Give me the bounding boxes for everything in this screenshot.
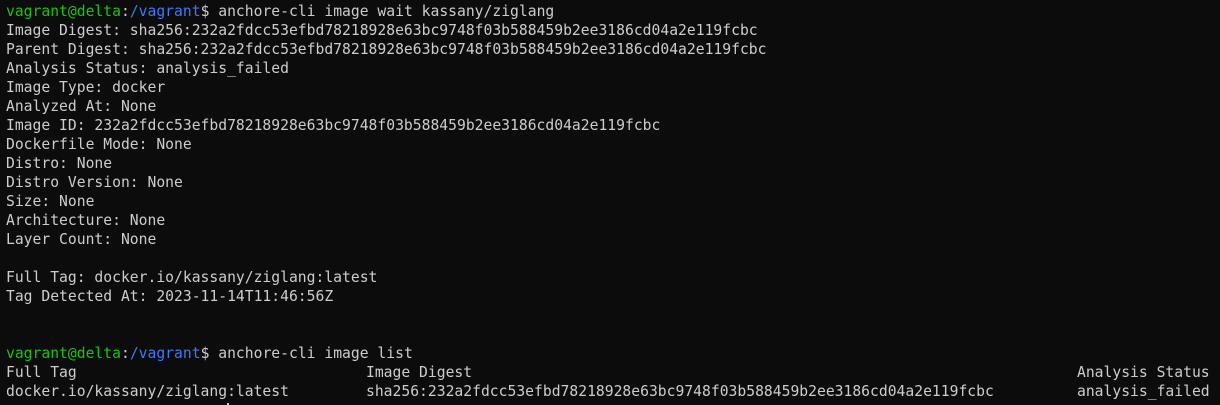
- prompt-user-host: vagrant@delta: [6, 345, 121, 362]
- prompt-user-host: vagrant@delta: [6, 3, 121, 20]
- header-analysis-status: Analysis Status: [1077, 364, 1210, 381]
- prompt-path: /vagrant: [129, 345, 201, 362]
- header-full-tag: Full Tag: [6, 364, 77, 381]
- command-wait: anchore-cli image wait kassany/ziglang: [209, 3, 555, 20]
- prompt-separator: :: [120, 345, 130, 362]
- output-image-id: Image ID: 232a2fdcc53efbd78218928e63bc97…: [6, 117, 661, 134]
- output-parent-digest: Parent Digest: sha256:232a2fdcc53efbd782…: [6, 41, 767, 58]
- output-analysis-status: Analysis Status: analysis_failed: [6, 60, 289, 77]
- table-row: docker.io/kassany/ziglang:latest sha256:…: [6, 382, 1220, 401]
- output-dockerfile-mode: Dockerfile Mode: None: [6, 136, 192, 153]
- output-layer-count: Layer Count: None: [6, 231, 157, 248]
- output-image-digest: Image Digest: sha256:232a2fdcc53efbd7821…: [6, 22, 758, 39]
- output-analyzed-at: Analyzed At: None: [6, 98, 157, 115]
- prompt-separator: :: [120, 3, 130, 20]
- table-header-row: Full Tag Image Digest Analysis Status: [6, 363, 1220, 382]
- output-distro: Distro: None: [6, 155, 113, 172]
- output-full-tag: Full Tag: docker.io/kassany/ziglang:late…: [6, 269, 378, 286]
- cell-full-tag: docker.io/kassany/ziglang:latest: [6, 383, 289, 400]
- prompt-path: /vagrant: [129, 3, 201, 20]
- header-image-digest: Image Digest: [366, 364, 473, 381]
- prompt-line-list: vagrant@delta:/vagrant$ anchore-cli imag…: [6, 344, 1220, 363]
- output-tag-detected-at: Tag Detected At: 2023-11-14T11:46:56Z: [6, 288, 334, 305]
- cell-analysis-status: analysis_failed: [1077, 383, 1210, 400]
- prompt-line-wait: vagrant@delta:/vagrant$ anchore-cli imag…: [6, 2, 1220, 21]
- output-architecture: Architecture: None: [6, 212, 166, 229]
- terminal-window[interactable]: vagrant@delta:/vagrant$ anchore-cli imag…: [0, 0, 1220, 405]
- cell-image-digest: sha256:232a2fdcc53efbd78218928e63bc9748f…: [366, 383, 994, 400]
- output-distro-version: Distro Version: None: [6, 174, 183, 191]
- output-size: Size: None: [6, 193, 95, 210]
- output-blank-line: [6, 249, 1220, 268]
- next-prompt-line[interactable]: [6, 401, 1220, 405]
- command-list: anchore-cli image list: [209, 345, 413, 362]
- output-image-type: Image Type: docker: [6, 79, 166, 96]
